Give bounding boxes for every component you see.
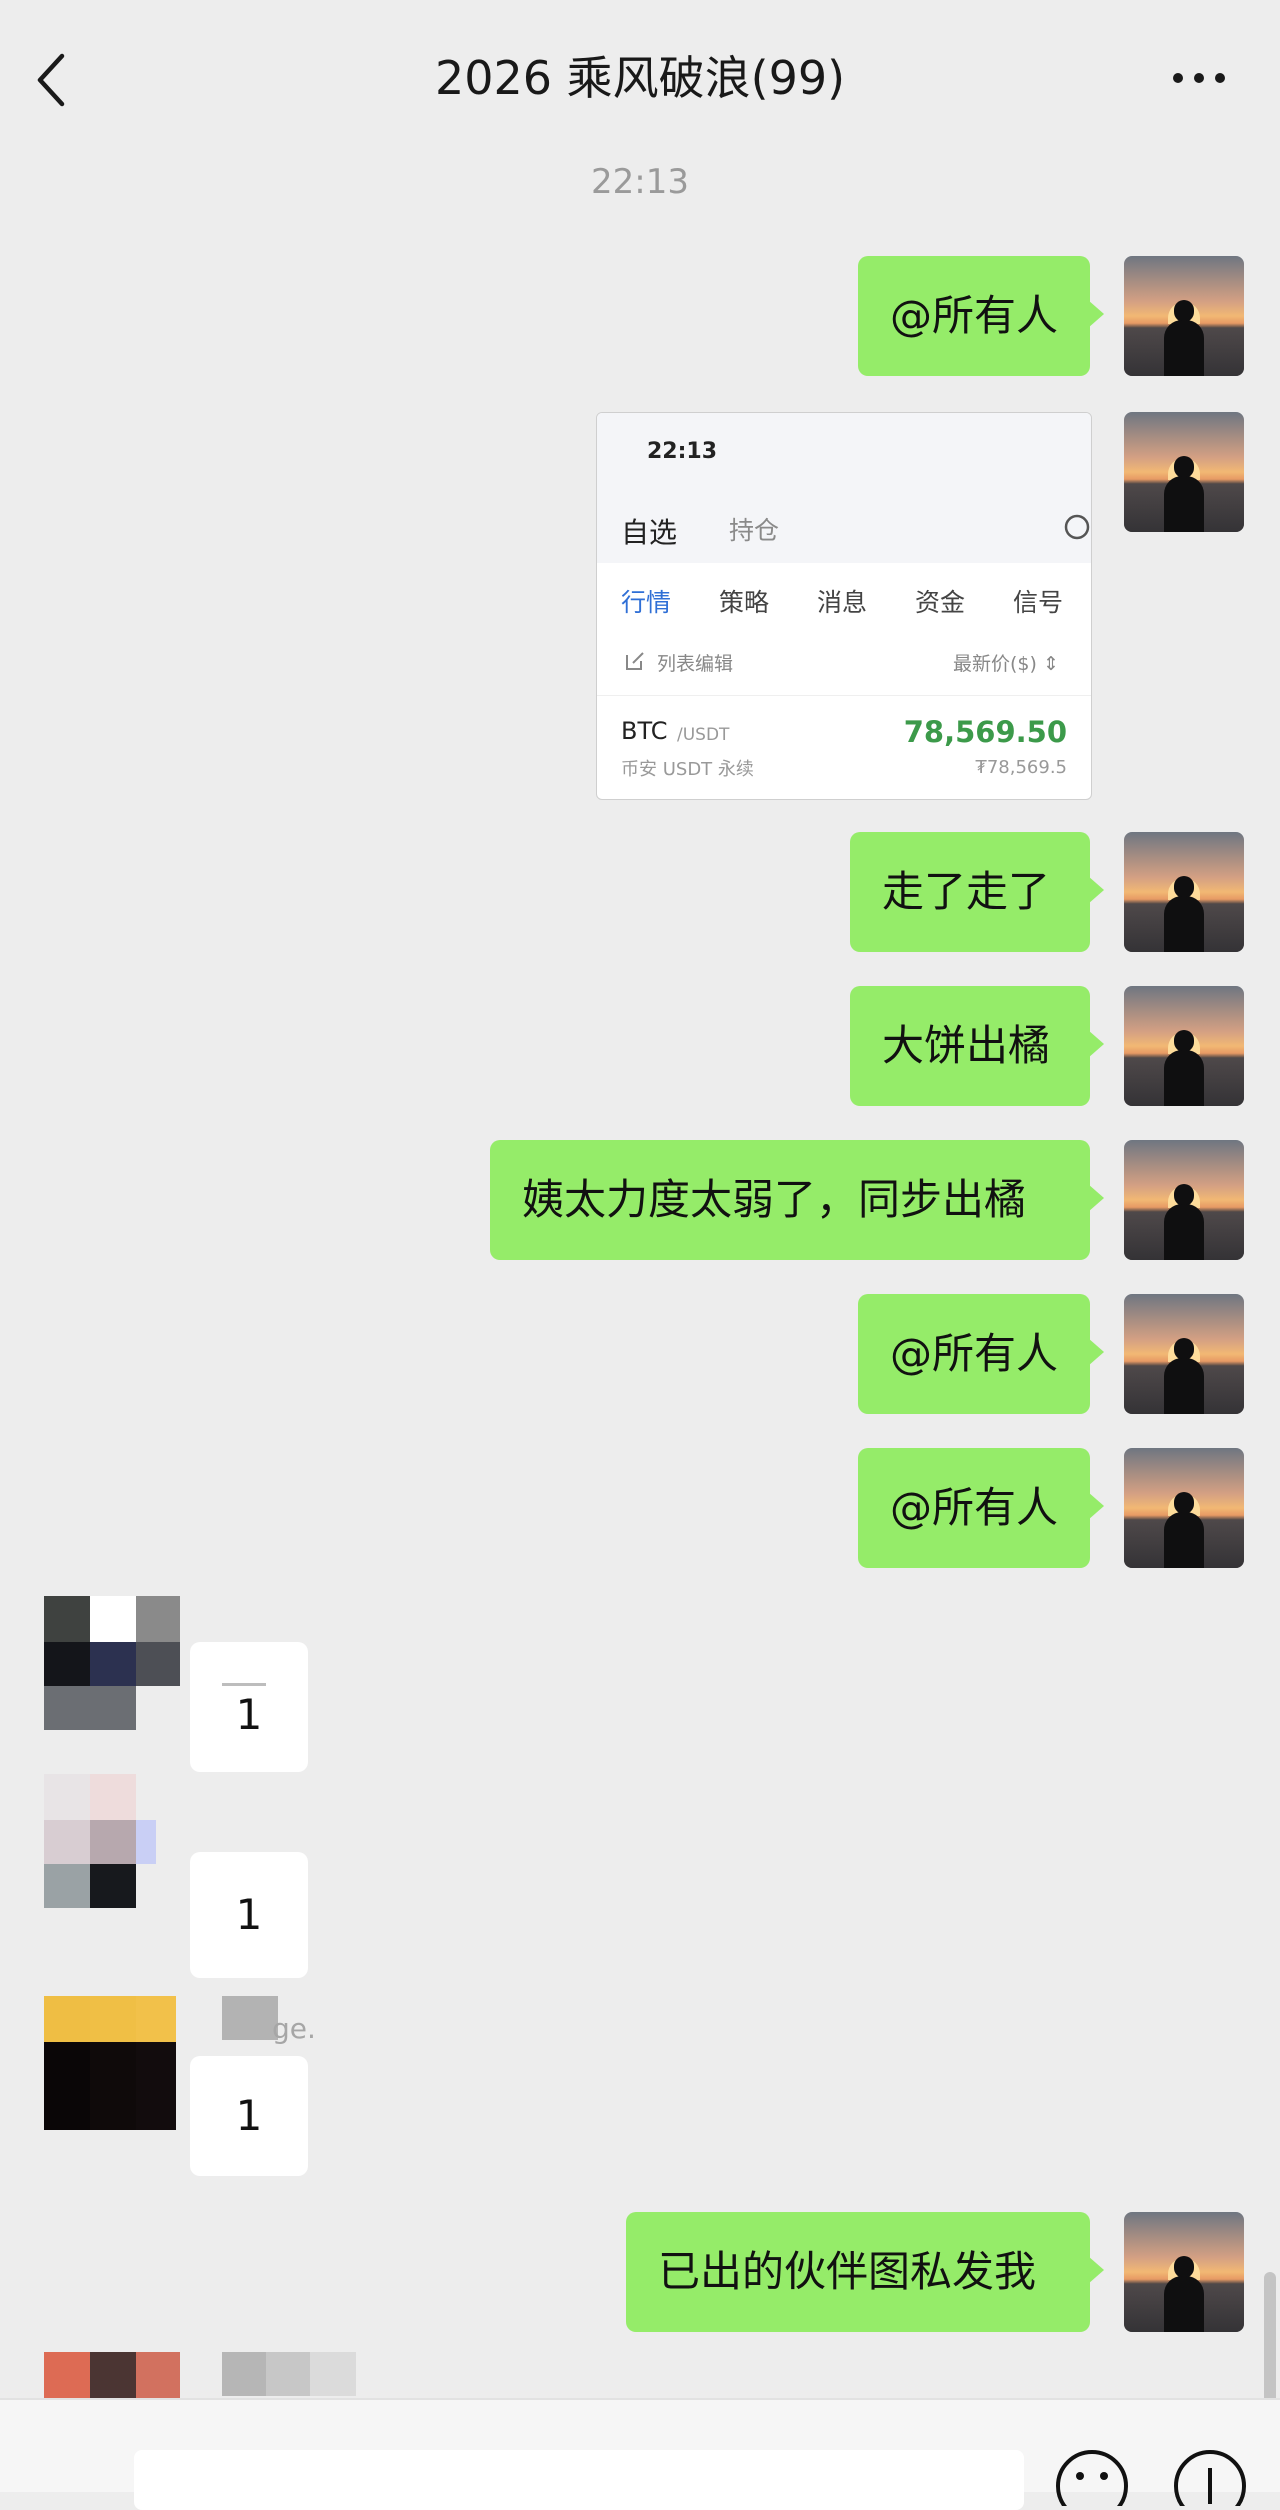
card-subtab-news: 消息 (817, 588, 868, 617)
card-price-cny: ₮78,569.5 (975, 757, 1067, 778)
card-search-icon (1063, 513, 1091, 547)
sender-name: ge. (272, 2012, 316, 2045)
self-avatar[interactable] (1124, 832, 1244, 952)
chat-title: 2026 乘风破浪(99) (434, 51, 846, 105)
card-edit-icon (623, 649, 647, 677)
message-bubble-other[interactable]: 1 (190, 2056, 308, 2176)
member-avatar-pixelated[interactable] (44, 1996, 180, 2130)
add-attachment-icon[interactable] (1170, 2446, 1250, 2510)
member-avatar-pixelated[interactable] (44, 1774, 180, 1908)
card-subtab-strategy: 策略 (719, 588, 770, 617)
self-avatar[interactable] (1124, 986, 1244, 1106)
emoji-icon[interactable] (1052, 2446, 1132, 2510)
card-pair: /USDT (677, 725, 730, 745)
card-subtab-funds: 资金 (915, 588, 966, 617)
message-bubble-self[interactable]: 姨太力度太弱了，同步出橘 (490, 1140, 1104, 1260)
card-divider (597, 695, 1091, 696)
card-exchange: 币安 USDT 永续 (621, 759, 754, 780)
message-bubble-self[interactable]: @所有人 (858, 1448, 1104, 1568)
message-bubble-other[interactable]: 1 (190, 1642, 308, 1772)
card-edit-label: 列表编辑 (657, 653, 734, 675)
card-tab-watchlist: 自选 (621, 516, 678, 549)
input-toolbar-divider (0, 2398, 1280, 2400)
message-bubble-self[interactable]: 已出的伙伴图私发我 (626, 2212, 1104, 2332)
card-sort-label: 最新价($) ⇕ (953, 653, 1059, 675)
card-subtab-signals: 信号 (1013, 588, 1064, 617)
sender-name-pixelated (222, 1996, 278, 2040)
card-subtab-market: 行情 (621, 588, 672, 617)
more-options-icon[interactable] (1168, 58, 1230, 98)
message-bubble-self[interactable]: 走了走了 (850, 832, 1104, 952)
self-avatar[interactable] (1124, 256, 1244, 376)
self-avatar[interactable] (1124, 1448, 1244, 1568)
message-bubble-self[interactable]: @所有人 (858, 1294, 1104, 1414)
shared-screenshot-image[interactable]: 22:13 自选 持仓 行情 策略 消息 资金 信号 列表编辑 最新价($) ⇕… (596, 412, 1092, 800)
sender-name-pixelated (222, 2352, 356, 2396)
message-input[interactable] (134, 2450, 1024, 2510)
self-avatar[interactable] (1124, 412, 1244, 532)
member-avatar-pixelated[interactable] (44, 2352, 180, 2398)
message-bubble-self[interactable]: @所有人 (858, 256, 1104, 376)
self-avatar[interactable] (1124, 2212, 1244, 2332)
self-avatar[interactable] (1124, 1294, 1244, 1414)
card-price: 78,569.50 (903, 715, 1067, 749)
message-bubble-self[interactable]: 大饼出橘 (850, 986, 1104, 1106)
card-time: 22:13 (647, 439, 718, 464)
bubble-quote-line (222, 1683, 266, 1686)
scrollbar[interactable] (1264, 2272, 1276, 2412)
message-timestamp: 22:13 (591, 162, 689, 202)
member-avatar-pixelated[interactable] (44, 1596, 180, 1730)
self-avatar[interactable] (1124, 1140, 1244, 1260)
card-symbol: BTC (621, 717, 668, 745)
card-tab-positions: 持仓 (729, 516, 780, 545)
message-bubble-other[interactable]: 1 (190, 1852, 308, 1978)
